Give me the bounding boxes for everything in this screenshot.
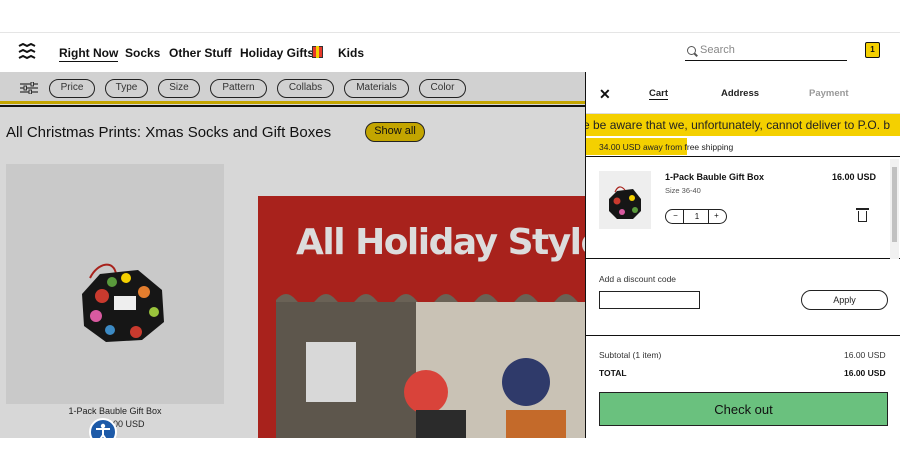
search-placeholder: Search — [700, 44, 735, 56]
bauble-gift-box-image — [82, 263, 164, 342]
quantity-increase-button[interactable]: + — [708, 210, 724, 223]
filter-chip-collabs[interactable]: Collabs — [277, 79, 334, 98]
cart-item-name[interactable]: 1-Pack Bauble Gift Box — [665, 172, 764, 182]
product-card-image[interactable] — [6, 164, 224, 404]
search-icon — [687, 46, 696, 55]
holiday-style-banner[interactable]: All Holiday Style — [258, 196, 585, 438]
free-shipping-progress: 34.00 USD away from free shipping — [586, 136, 900, 157]
subtotal-label: Subtotal (1 item) — [599, 350, 662, 360]
product-name[interactable]: 1-Pack Bauble Gift Box — [0, 406, 230, 416]
cart-line-item: 1-Pack Bauble Gift Box Size 36-40 16.00 … — [586, 159, 900, 259]
apply-discount-button[interactable]: Apply — [801, 290, 888, 310]
filter-bar: Price Type Size Pattern Collabs Material… — [0, 72, 585, 107]
trash-icon[interactable] — [856, 208, 869, 222]
quantity-decrease-button[interactable]: − — [668, 210, 684, 223]
nav-holiday-gifts[interactable]: Holiday Gifts — [240, 46, 314, 60]
checkout-step-payment[interactable]: Payment — [809, 88, 849, 99]
filter-chip-materials[interactable]: Materials — [344, 79, 409, 98]
quantity-stepper: − 1 + — [665, 209, 727, 224]
total-label: TOTAL — [599, 368, 627, 378]
banner-photo — [276, 292, 585, 438]
filter-chip-size[interactable]: Size — [158, 79, 200, 98]
free-shipping-text: 34.00 USD away from free shipping — [599, 142, 734, 152]
subtotal-value: 16.00 USD — [844, 350, 886, 360]
filter-sliders-icon[interactable] — [20, 82, 38, 94]
filter-chip-pattern[interactable]: Pattern — [210, 79, 267, 98]
cart-item-price: 16.00 USD — [832, 172, 877, 182]
cart-item-thumbnail[interactable] — [599, 171, 651, 229]
cart-items-scrollbar[interactable] — [890, 159, 899, 259]
checkout-step-cart[interactable]: Cart — [649, 88, 669, 100]
show-all-button[interactable]: Show all — [365, 122, 425, 142]
accessibility-icon[interactable] — [89, 418, 117, 438]
site-header: Right Now Socks Other Stuff Holiday Gift… — [0, 32, 900, 72]
delivery-notice-banner: e be aware that we, unfortunately, canno… — [586, 113, 900, 136]
checkout-button[interactable]: Check out — [599, 392, 888, 426]
discount-section: Add a discount code Apply — [586, 260, 900, 336]
cart-drawer: ✕ Cart Address Payment e be aware that w… — [585, 72, 900, 438]
product-listing-page: Price Type Size Pattern Collabs Material… — [0, 72, 585, 438]
scrollbar-thumb[interactable] — [892, 167, 897, 242]
shopping-bag-icon[interactable]: 1 — [865, 42, 880, 58]
filter-chip-color[interactable]: Color — [419, 79, 466, 98]
gift-icon — [312, 46, 323, 58]
discount-code-input[interactable] — [599, 291, 700, 309]
product-price: 16.00 USD — [100, 419, 145, 429]
delivery-notice-text: e be aware that we, unfortunately, canno… — [586, 118, 891, 132]
close-icon[interactable]: ✕ — [599, 86, 611, 103]
filter-chip-price[interactable]: Price — [49, 79, 95, 98]
page-heading: All Christmas Prints: Xmas Socks and Gif… — [6, 124, 332, 141]
discount-label: Add a discount code — [599, 274, 677, 284]
nav-other-stuff[interactable]: Other Stuff — [169, 46, 232, 60]
checkout-step-address[interactable]: Address — [721, 88, 759, 99]
banner-title: All Holiday Style — [296, 222, 585, 263]
bag-count: 1 — [870, 45, 875, 54]
waves-logo-icon[interactable] — [18, 43, 38, 61]
nav-right-now[interactable]: Right Now — [59, 46, 119, 62]
quantity-value[interactable]: 1 — [690, 211, 704, 222]
nav-socks[interactable]: Socks — [125, 46, 160, 60]
filter-chip-type[interactable]: Type — [105, 79, 148, 98]
total-value: 16.00 USD — [844, 368, 886, 378]
cart-item-size: Size 36-40 — [665, 186, 701, 195]
search-field[interactable]: Search — [685, 43, 847, 61]
nav-kids[interactable]: Kids — [338, 46, 364, 60]
